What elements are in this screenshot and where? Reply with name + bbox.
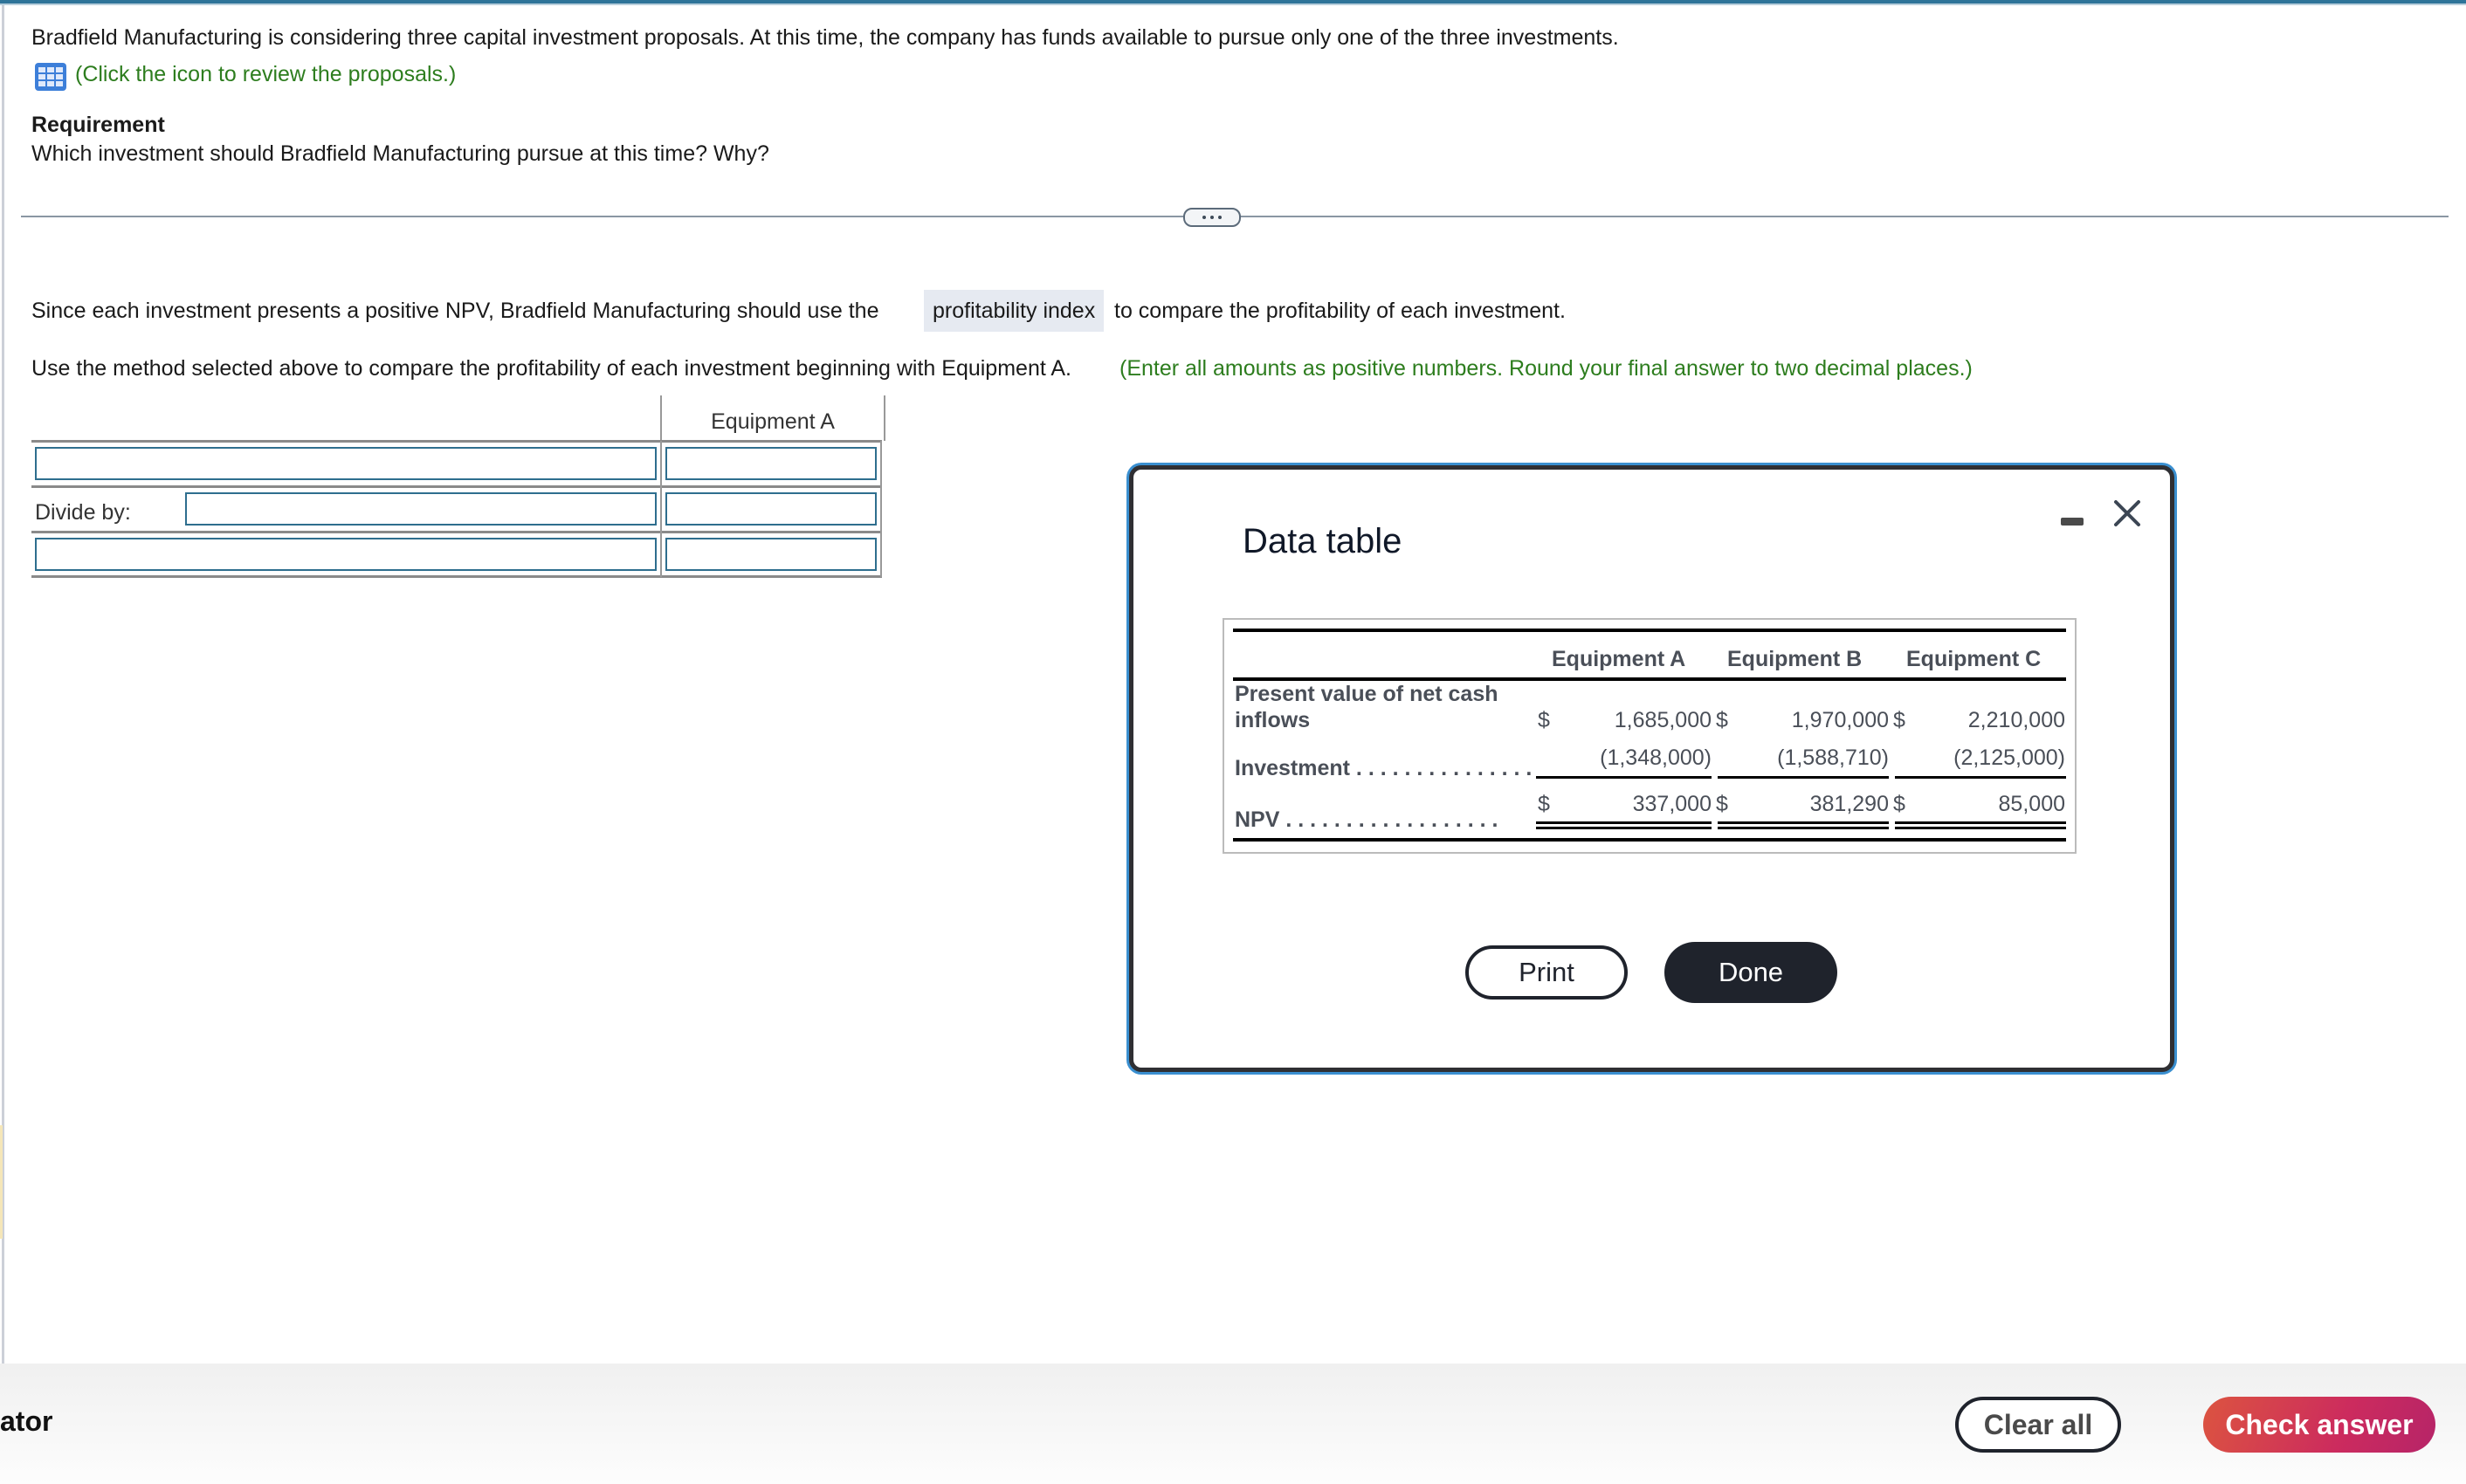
instruction-text: Use the method selected above to compare…: [31, 356, 1071, 381]
dot-icon: [1210, 216, 1214, 219]
method-dropdown[interactable]: profitability index: [924, 290, 1105, 332]
pv-equipment-b: 1,970,000: [1791, 708, 1889, 732]
investment-equipment-a: (1,348,000): [1600, 745, 1712, 770]
total-double-rule: [1718, 827, 1889, 829]
investment-equipment-c: (2,125,000): [1953, 745, 2065, 770]
row3-value-input[interactable]: [665, 538, 877, 571]
dot-icon: [1202, 216, 1206, 219]
table-bottom-rule: [1233, 838, 2066, 842]
table-rule: [31, 485, 882, 488]
footer-bar: ator Clear all Check answer: [0, 1364, 2466, 1484]
row3-label-input[interactable]: [35, 538, 657, 571]
pv-equipment-a: 1,685,000: [1614, 708, 1712, 732]
leader-dots: . . . . . . . . . . . . . . . . . .: [1279, 807, 1498, 832]
total-double-rule: [1536, 827, 1712, 829]
leader-dots: . . . . . . . . . . . . . . .: [1349, 756, 1533, 780]
data-table-modal: Data table Equipment A Equipment B Equip…: [1129, 465, 2174, 1072]
col-header-equipment-c: Equipment C: [1906, 647, 2042, 671]
requirement-heading: Requirement: [31, 113, 165, 137]
table-rule: [31, 440, 882, 443]
table-top-rule: [1233, 629, 2066, 632]
row2-value-input[interactable]: [665, 492, 877, 526]
requirement-text: Which investment should Bradfield Manufa…: [31, 141, 769, 166]
minimize-icon[interactable]: [2061, 518, 2084, 526]
proposals-data-table: Equipment A Equipment B Equipment C Pres…: [1223, 618, 2077, 854]
top-bar-highlight: [0, 3, 2466, 5]
row1-label-input[interactable]: [35, 447, 657, 480]
check-answer-button[interactable]: Check answer: [2203, 1397, 2435, 1453]
clear-all-button[interactable]: Clear all: [1955, 1397, 2121, 1453]
table-rule: [31, 575, 882, 578]
column-header-equipment-a: Equipment A: [660, 395, 885, 441]
modal-title: Data table: [1243, 522, 1402, 560]
subtotal-rule: [1895, 776, 2066, 779]
table-divider: [880, 441, 882, 577]
total-double-rule: [1895, 827, 2066, 829]
npv-equipment-c: 85,000: [1998, 792, 2065, 816]
footer-tool-label[interactable]: ator: [0, 1405, 52, 1438]
table-rule: [31, 531, 882, 533]
total-double-rule: [1718, 821, 1889, 824]
method-sentence-start: Since each investment presents a positiv…: [31, 299, 879, 323]
npv-equipment-b: 381,290: [1809, 792, 1889, 816]
currency-symbol: $: [1716, 792, 1728, 816]
currency-symbol: $: [1538, 792, 1550, 816]
row-label-investment: Investment . . . . . . . . . . . . . . .: [1235, 755, 1532, 781]
subtotal-rule: [1536, 776, 1712, 779]
row-label-pv-line1: Present value of net cash: [1235, 682, 1498, 706]
npv-label-text: NPV: [1235, 807, 1280, 832]
answer-table: Equipment A Divide by:: [31, 395, 885, 578]
instruction-note: (Enter all amounts as positive numbers. …: [1119, 356, 1973, 381]
more-options-button[interactable]: [1183, 208, 1241, 227]
row1-value-input[interactable]: [665, 447, 877, 480]
subtotal-rule: [1718, 776, 1889, 779]
table-grid-icon[interactable]: [35, 63, 66, 91]
review-proposals-link[interactable]: (Click the icon to review the proposals.…: [75, 61, 456, 87]
row-label-npv: NPV . . . . . . . . . . . . . . . . . .: [1235, 807, 1498, 833]
currency-symbol: $: [1716, 708, 1728, 732]
col-header-equipment-b: Equipment B: [1727, 647, 1863, 671]
col-header-equipment-a: Equipment A: [1552, 647, 1686, 671]
left-marker: [0, 1125, 3, 1239]
table-divider: [660, 441, 662, 577]
close-icon[interactable]: [2111, 498, 2143, 529]
done-button[interactable]: Done: [1664, 942, 1837, 1003]
currency-symbol: $: [1893, 708, 1905, 732]
total-double-rule: [1536, 821, 1712, 824]
currency-symbol: $: [1893, 792, 1905, 816]
divide-by-label: Divide by:: [35, 500, 131, 525]
row2-label-input[interactable]: [185, 492, 657, 526]
method-sentence-end: to compare the profitability of each inv…: [1114, 299, 1566, 323]
investment-equipment-b: (1,588,710): [1777, 745, 1889, 770]
currency-symbol: $: [1538, 708, 1550, 732]
print-button[interactable]: Print: [1465, 945, 1628, 1000]
pv-equipment-c: 2,210,000: [1967, 708, 2065, 732]
question-intro: Bradfield Manufacturing is considering t…: [31, 25, 1619, 50]
dot-icon: [1218, 216, 1222, 219]
total-double-rule: [1895, 821, 2066, 824]
investment-label-text: Investment: [1235, 756, 1350, 780]
npv-equipment-a: 337,000: [1632, 792, 1712, 816]
row-label-pv-line2: inflows: [1235, 708, 1311, 732]
